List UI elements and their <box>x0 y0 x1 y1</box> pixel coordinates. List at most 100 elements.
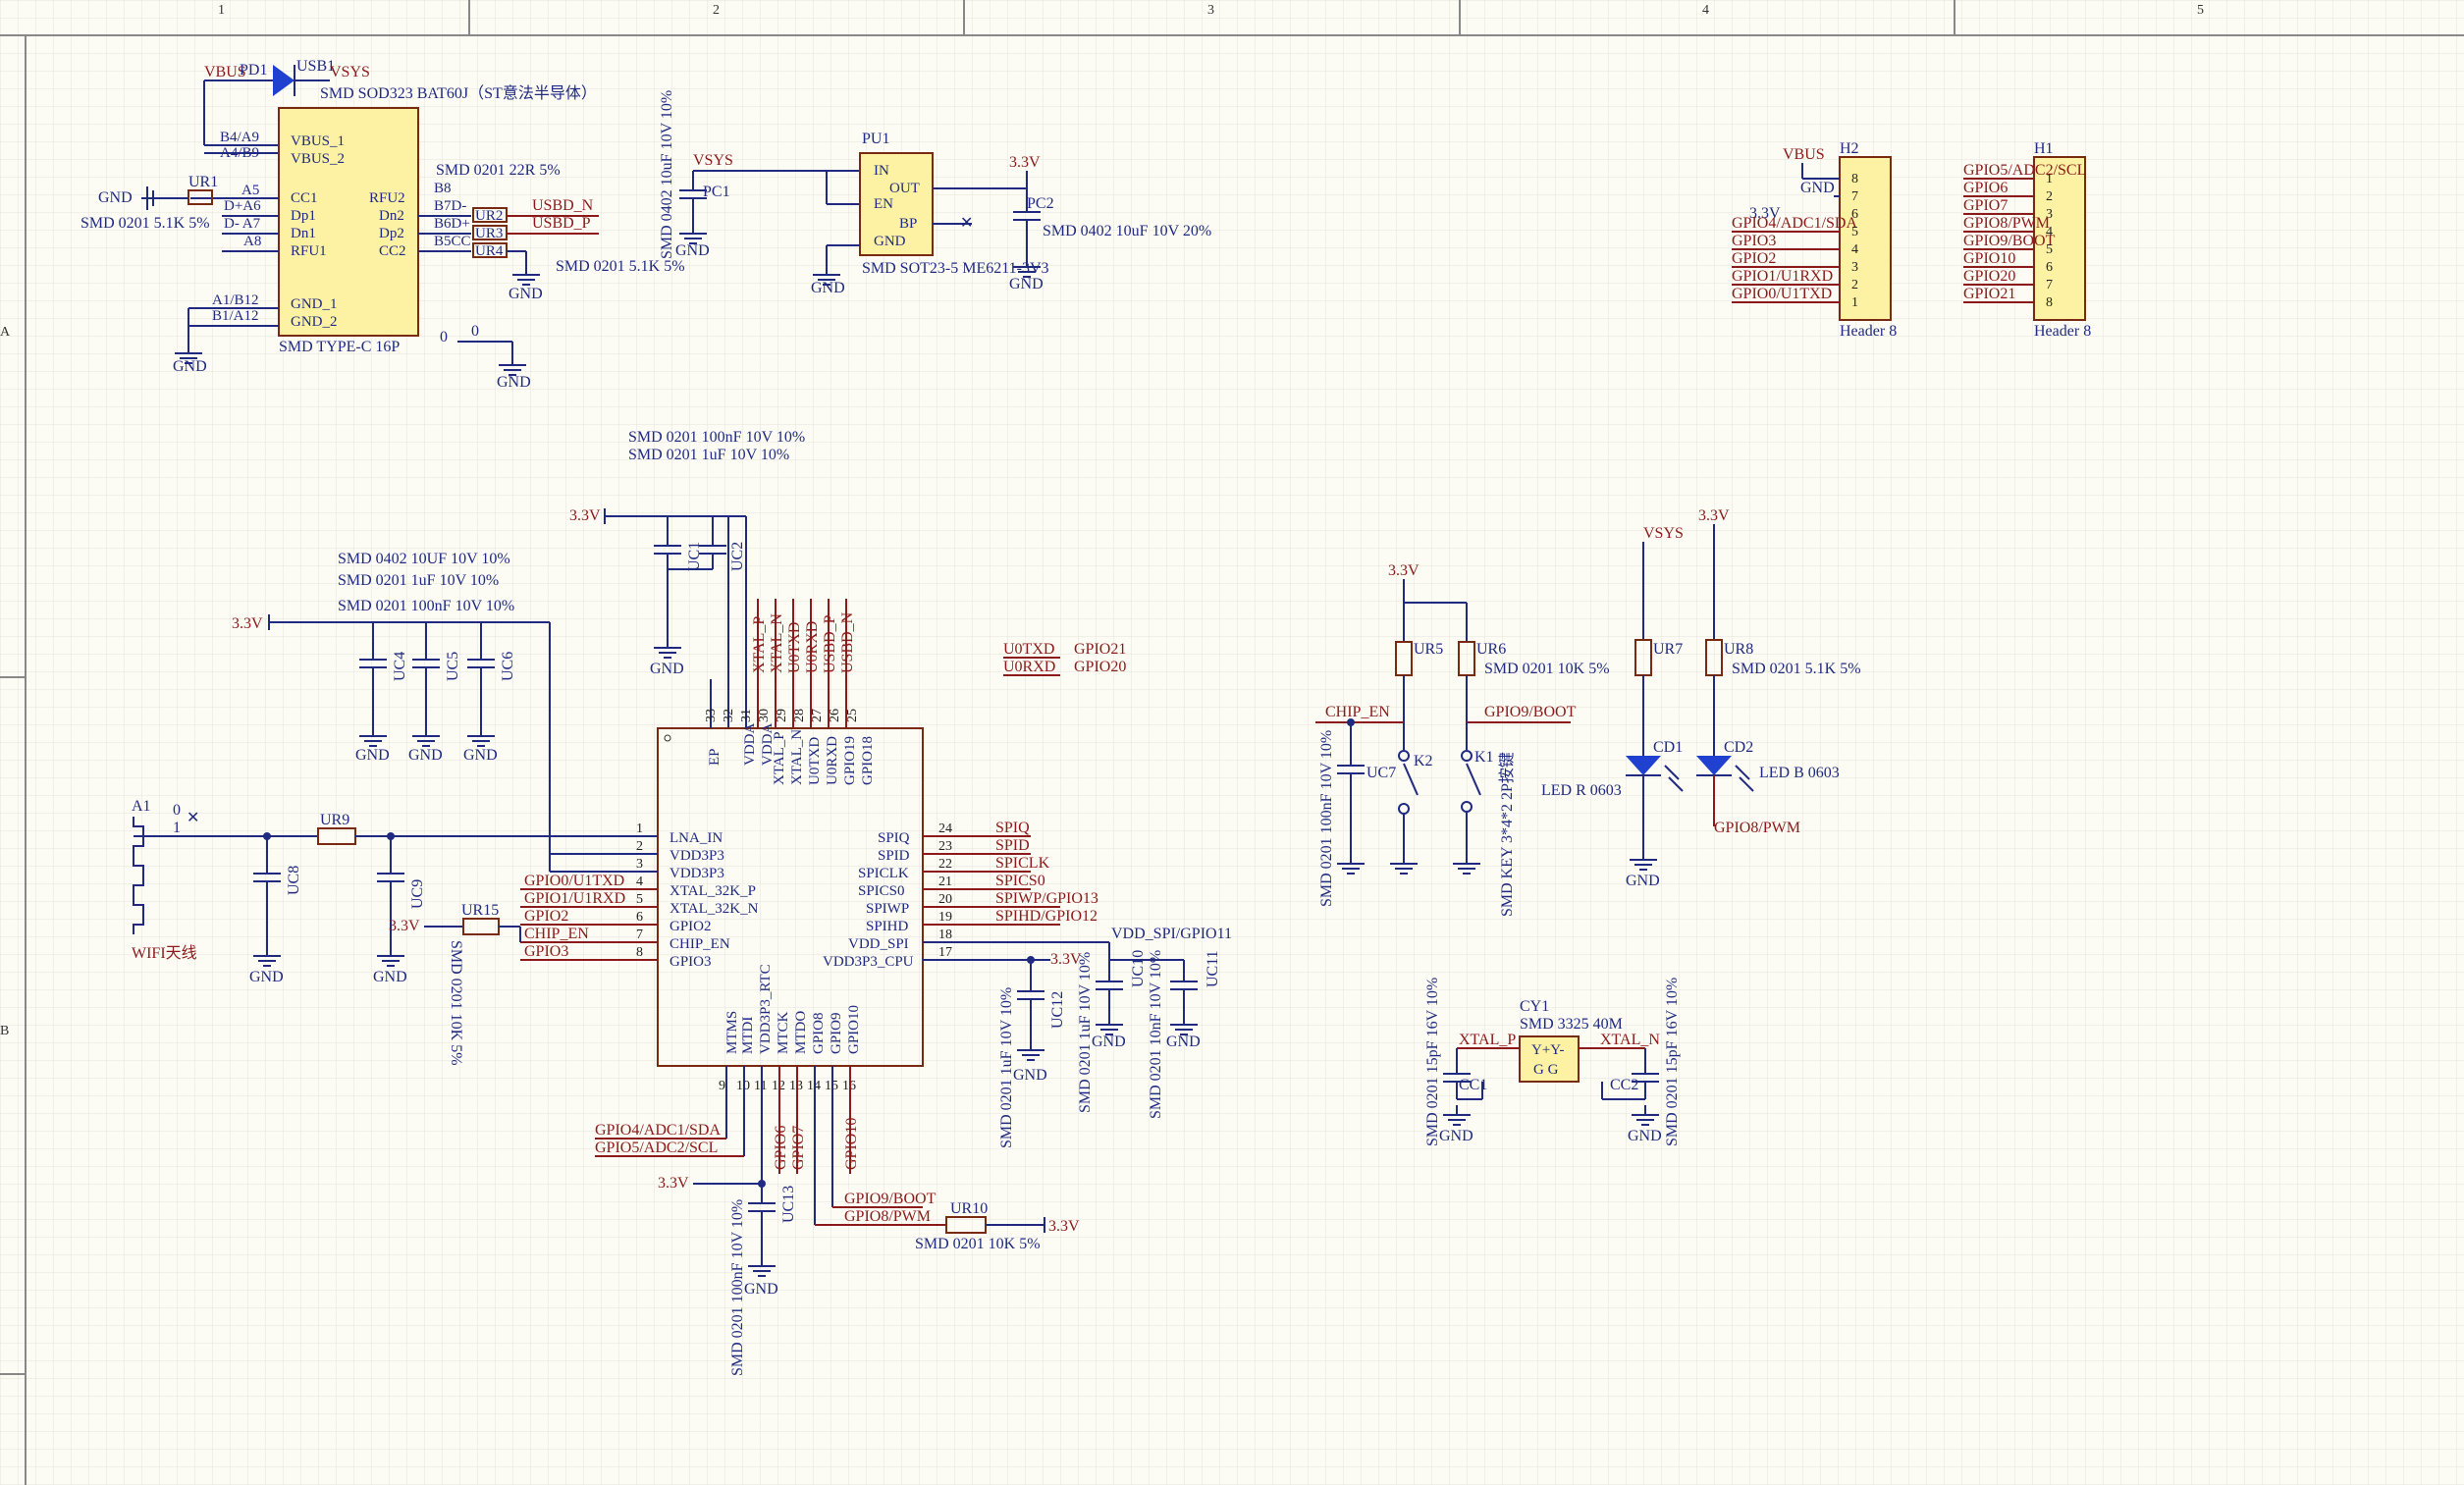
svg-text:LED R 0603: LED R 0603 <box>1541 782 1622 799</box>
svg-text:GPIO10: GPIO10 <box>1963 250 2015 267</box>
svg-text:SPIQ: SPIQ <box>878 830 910 846</box>
svg-text:WIFI天线: WIFI天线 <box>132 944 197 962</box>
svg-text:SPICS0: SPICS0 <box>995 873 1045 889</box>
svg-text:SPIHD: SPIHD <box>866 919 909 934</box>
svg-text:CHIP_EN: CHIP_EN <box>1325 704 1390 720</box>
svg-text:33: 33 <box>704 709 719 722</box>
svg-text:GPIO6: GPIO6 <box>1963 180 2008 196</box>
svg-text:GPIO18: GPIO18 <box>860 736 876 785</box>
svg-text:VDD3P3_CPU: VDD3P3_CPU <box>823 954 914 970</box>
res-cc-desc: SMD 0201 5.1K 5% <box>556 258 685 275</box>
svg-text:SMD KEY 3*4*2 2P按键: SMD KEY 3*4*2 2P按键 <box>1498 752 1516 917</box>
svg-text:CD1: CD1 <box>1653 739 1683 756</box>
svg-text:SPICLK: SPICLK <box>995 855 1050 872</box>
schematic-sheet: 1 2 3 4 5 A B VBUS PD1 USB1 VSYS SMD SOD… <box>0 0 2464 1485</box>
svg-text:SMD 0201 1uF 10V 10%: SMD 0201 1uF 10V 10% <box>998 987 1015 1148</box>
svg-text:GPIO21: GPIO21 <box>1963 286 2015 302</box>
svg-text:Y+Y-: Y+Y- <box>1531 1042 1564 1058</box>
svg-text:GND: GND <box>675 242 710 259</box>
svg-text:GPIO0/U1TXD: GPIO0/U1TXD <box>1732 286 1832 302</box>
svg-text:VBUS_2: VBUS_2 <box>291 151 345 167</box>
svg-text:2: 2 <box>636 839 643 854</box>
svg-text:UR6: UR6 <box>1476 641 1506 658</box>
pd1-ref: PD1 <box>240 62 267 79</box>
svg-text:VDD_SPI: VDD_SPI <box>848 936 909 952</box>
svg-text:U0TXD: U0TXD <box>786 622 803 673</box>
svg-text:VSYS: VSYS <box>693 152 733 169</box>
svg-text:SMD 0201 15pF 16V 10%: SMD 0201 15pF 16V 10% <box>1424 978 1441 1146</box>
svg-text:VDD3P3_RTC: VDD3P3_RTC <box>758 964 774 1054</box>
svg-text:21: 21 <box>938 875 952 889</box>
svg-text:SPICLK: SPICLK <box>858 866 909 881</box>
svg-text:UR4: UR4 <box>475 243 504 259</box>
svg-text:U0RXD: U0RXD <box>825 736 840 785</box>
svg-text:SPIQ: SPIQ <box>995 820 1030 836</box>
svg-text:CC1: CC1 <box>1459 1077 1487 1093</box>
svg-text:GND: GND <box>1626 873 1660 889</box>
svg-text:GPIO10: GPIO10 <box>843 1118 860 1170</box>
svg-text:U0TXD: U0TXD <box>807 737 823 785</box>
schematic-canvas: 1 2 3 4 5 A B VBUS PD1 USB1 VSYS SMD SOD… <box>0 0 2464 1485</box>
svg-text:GPIO9/BOOT: GPIO9/BOOT <box>844 1191 937 1207</box>
svg-text:XTAL_N: XTAL_N <box>769 613 785 673</box>
svg-text:B6D+: B6D+ <box>434 216 470 232</box>
zone-5: 5 <box>2197 3 2204 18</box>
svg-text:GPIO8/PWM: GPIO8/PWM <box>844 1208 931 1225</box>
usbd-n-label: USBD_N <box>532 197 594 214</box>
svg-text:GND_1: GND_1 <box>291 296 338 312</box>
svg-text:U0RXD: U0RXD <box>804 621 821 673</box>
svg-text:CD2: CD2 <box>1724 739 1753 756</box>
svg-text:U0RXD: U0RXD <box>1003 659 1055 675</box>
zone-3: 3 <box>1207 3 1214 18</box>
svg-text:Dp2: Dp2 <box>379 226 404 241</box>
svg-text:GND: GND <box>1092 1034 1126 1050</box>
svg-text:GPIO7: GPIO7 <box>790 1126 807 1170</box>
svg-text:UC10: UC10 <box>1130 950 1147 987</box>
row-a: A <box>0 325 11 340</box>
svg-text:H1: H1 <box>2034 140 2054 157</box>
svg-text:UR7: UR7 <box>1653 641 1683 658</box>
svg-text:GPIO1/U1RXD: GPIO1/U1RXD <box>1732 268 1833 285</box>
svg-text:GPIO2: GPIO2 <box>524 908 568 925</box>
svg-text:XTAL_P: XTAL_P <box>1459 1032 1516 1048</box>
svg-text:SMD 0201 5.1K 5%: SMD 0201 5.1K 5% <box>1732 661 1861 677</box>
svg-text:GPIO0/U1TXD: GPIO0/U1TXD <box>524 873 624 889</box>
svg-text:Dn2: Dn2 <box>379 208 404 224</box>
svg-text:CHIP_EN: CHIP_EN <box>524 926 589 942</box>
svg-text:VDDA: VDDA <box>742 723 758 766</box>
svg-text:11: 11 <box>754 1079 767 1093</box>
svg-text:3: 3 <box>636 857 643 872</box>
svg-text:SMD 0201 10K 5%: SMD 0201 10K 5% <box>915 1236 1041 1252</box>
svg-text:MTCK: MTCK <box>776 1011 791 1054</box>
svg-text:26: 26 <box>828 709 842 722</box>
svg-text:UC8: UC8 <box>286 866 302 895</box>
svg-text:5: 5 <box>1851 225 1858 239</box>
vsys-label: VSYS <box>330 64 370 80</box>
svg-text:1: 1 <box>173 820 181 836</box>
svg-text:BP: BP <box>899 216 917 232</box>
svg-text:✕: ✕ <box>960 215 973 232</box>
svg-text:GND: GND <box>355 747 390 764</box>
svg-text:3.3V: 3.3V <box>232 615 263 632</box>
svg-text:UC12: UC12 <box>1049 991 1066 1029</box>
svg-text:B7D-: B7D- <box>434 198 466 214</box>
svg-text:CC1: CC1 <box>291 190 318 206</box>
svg-text:XTAL_P: XTAL_P <box>772 731 787 785</box>
svg-text:GND: GND <box>874 234 906 249</box>
svg-text:GPIO19: GPIO19 <box>842 736 858 785</box>
svg-text:UR15: UR15 <box>461 902 499 919</box>
svg-text:UR3: UR3 <box>475 226 503 241</box>
svg-text:3.3V: 3.3V <box>658 1175 689 1192</box>
svg-text:D+A6: D+A6 <box>224 198 261 214</box>
svg-text:MTDO: MTDO <box>793 1011 809 1054</box>
svg-text:6: 6 <box>2046 260 2053 275</box>
row-b: B <box>0 1024 9 1038</box>
svg-text:GPIO4/ADC1/SDA: GPIO4/ADC1/SDA <box>595 1122 721 1139</box>
svg-text:SMD 0201 1uF 10V 10%: SMD 0201 1uF 10V 10% <box>628 447 789 463</box>
svg-text:6: 6 <box>636 910 643 925</box>
svg-text:SMD 0201 15pF 16V 10%: SMD 0201 15pF 16V 10% <box>1664 978 1681 1146</box>
svg-text:GPIO9/BOOT: GPIO9/BOOT <box>1484 704 1577 720</box>
svg-text:UR10: UR10 <box>950 1200 988 1217</box>
svg-text:B1/A12: B1/A12 <box>212 308 259 324</box>
svg-text:MTDI: MTDI <box>740 1017 756 1054</box>
